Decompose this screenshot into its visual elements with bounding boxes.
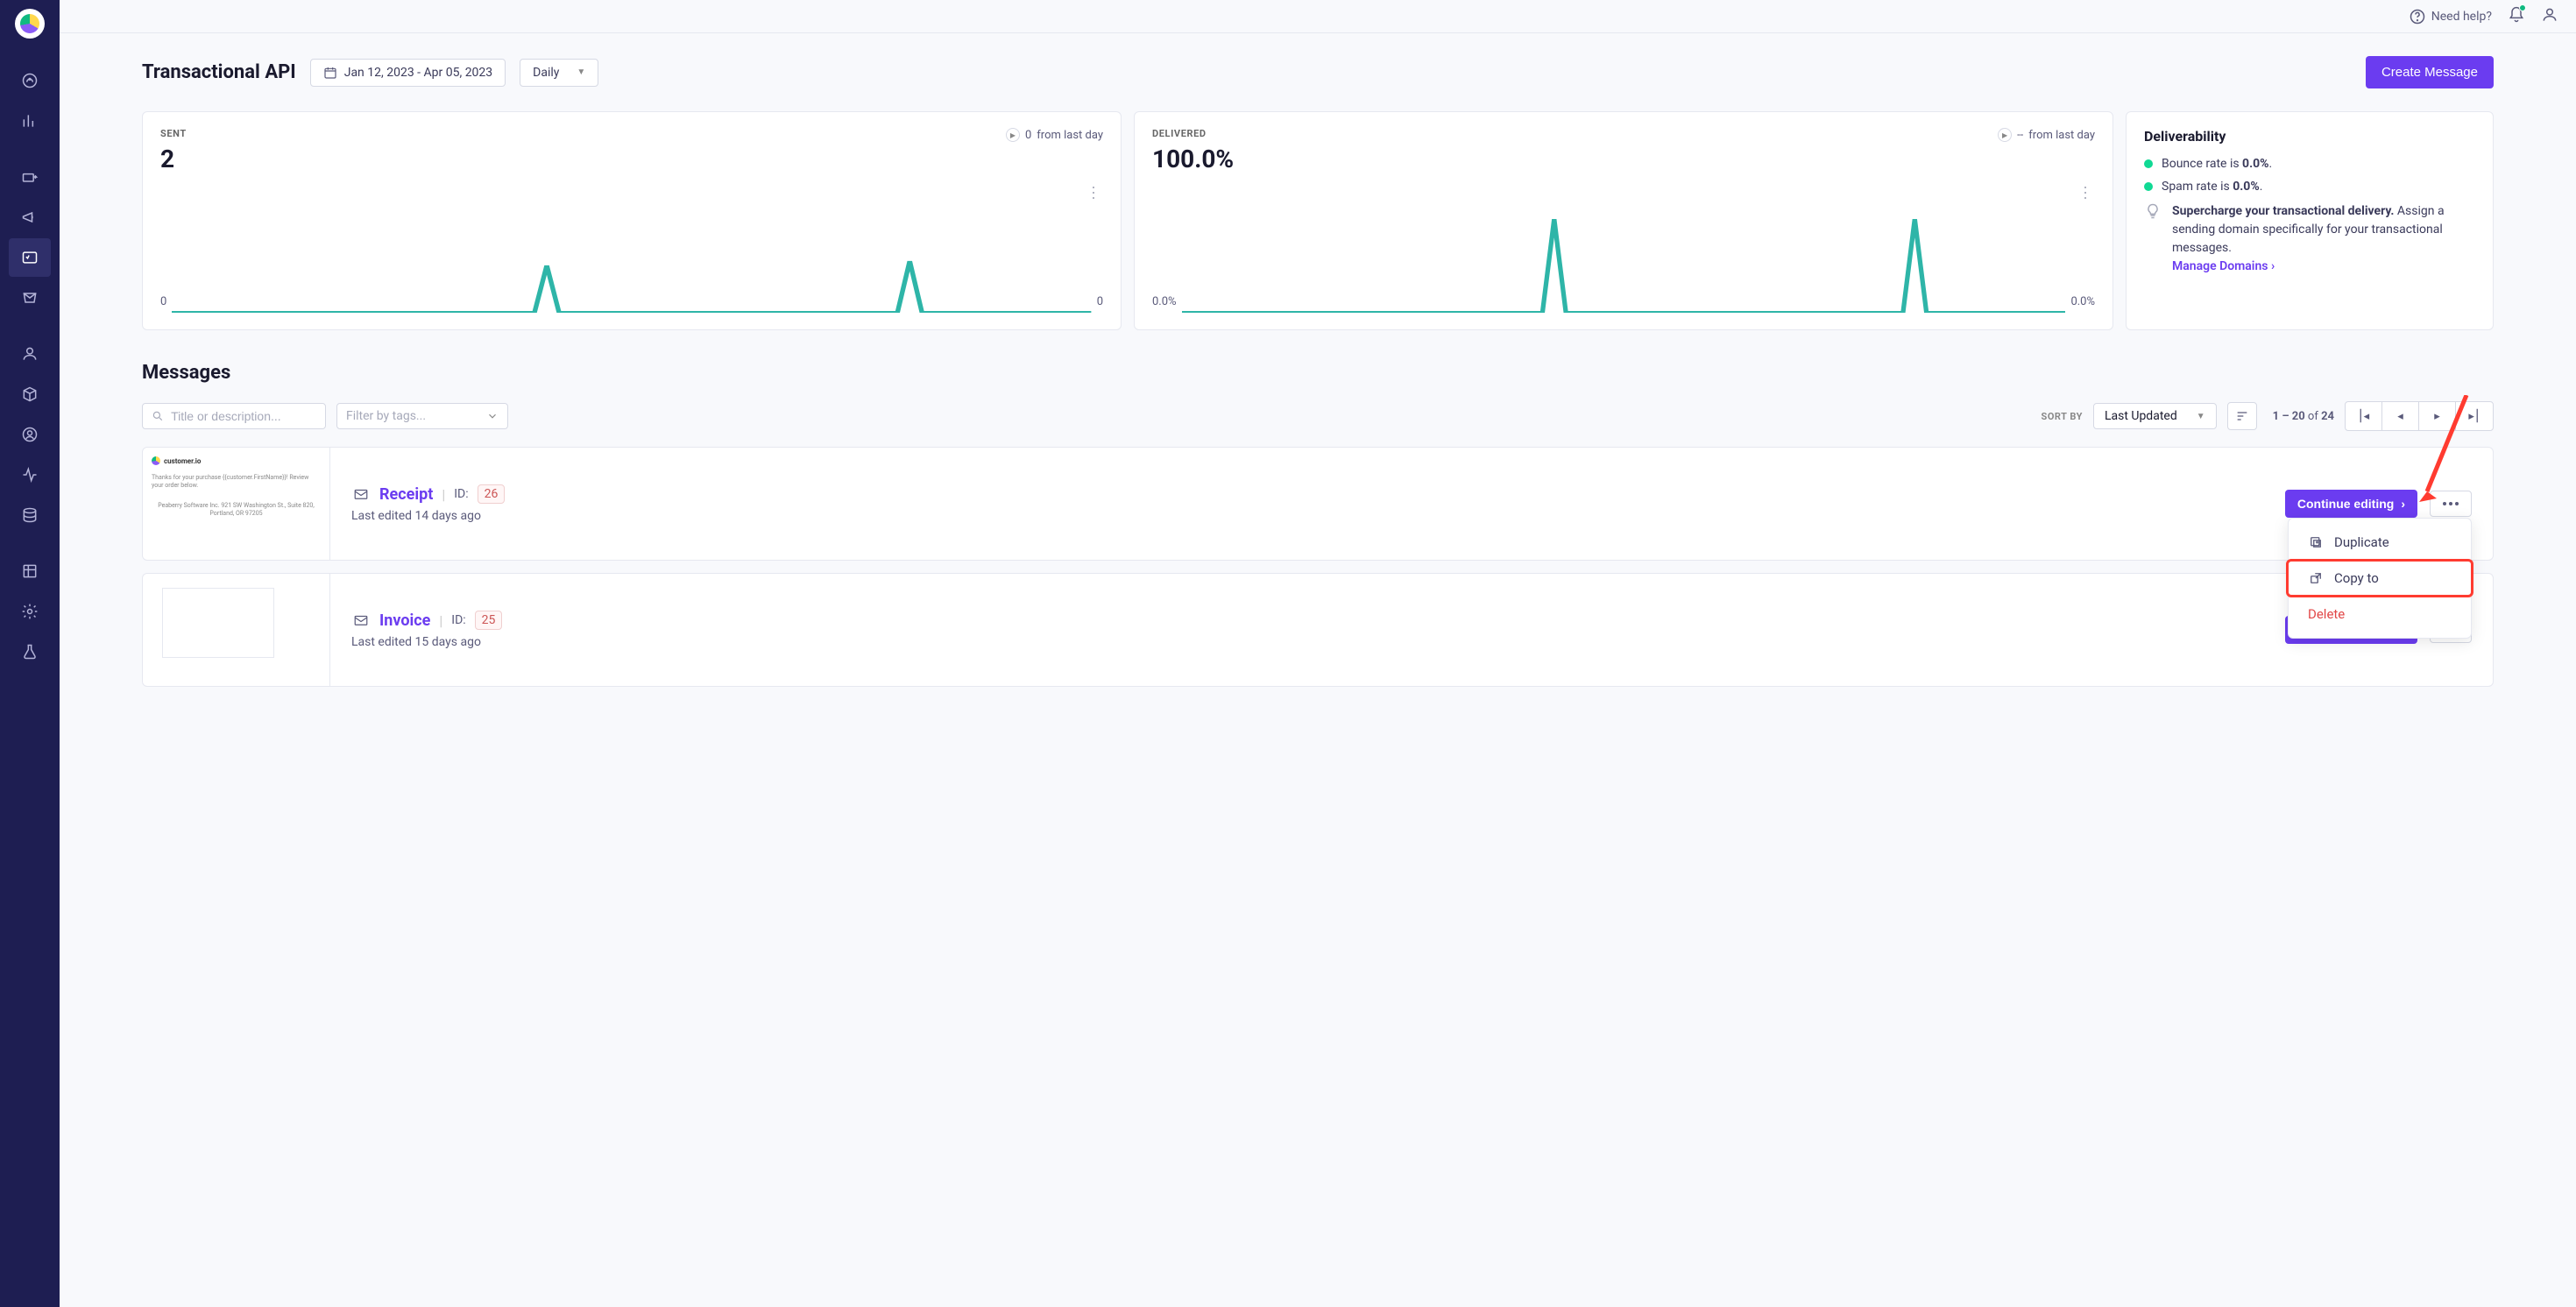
- chevron-down-icon: ▼: [577, 67, 585, 77]
- message-thumbnail: customer.io Thanks for your purchase {{c…: [143, 448, 330, 560]
- sent-card-menu[interactable]: ⋯: [1084, 185, 1102, 201]
- pager: ⎮◂ ◂ ▸ ▸⎮: [2345, 401, 2494, 431]
- topbar: Need help?: [60, 0, 2576, 33]
- delivered-chart-yright: 0.0%: [2070, 291, 2095, 314]
- continue-editing-button[interactable]: Continue editing›: [2285, 490, 2417, 518]
- deliverability-title: Deliverability: [2144, 128, 2475, 145]
- nav-assets[interactable]: [9, 552, 51, 590]
- help-label: Need help?: [2431, 10, 2492, 24]
- search-input[interactable]: [171, 409, 316, 423]
- nav-data[interactable]: [9, 496, 51, 534]
- help-link[interactable]: Need help?: [2409, 8, 2492, 25]
- message-thumbnail: [143, 574, 330, 686]
- delivered-value: 100.0%: [1152, 145, 1234, 173]
- notifications-button[interactable]: [2508, 6, 2525, 27]
- delivered-card-menu[interactable]: ⋯: [2076, 185, 2094, 201]
- envelope-icon: [351, 486, 371, 502]
- nav-settings[interactable]: [9, 592, 51, 631]
- nav-journeys[interactable]: [9, 158, 51, 196]
- dots-icon: [2442, 501, 2459, 506]
- page-title: Transactional API: [142, 61, 296, 83]
- create-message-button[interactable]: Create Message: [2366, 56, 2494, 88]
- message-actions-dropdown: Duplicate Copy to Delete: [2288, 518, 2472, 639]
- granularity-select[interactable]: Daily ▼: [520, 59, 598, 87]
- status-dot-icon: [2144, 159, 2153, 168]
- message-name-link[interactable]: Receipt: [379, 485, 433, 504]
- nav-deliveries[interactable]: [9, 279, 51, 317]
- search-input-wrap[interactable]: [142, 403, 326, 429]
- nav-transactional[interactable]: [9, 238, 51, 277]
- delivered-sparkline: [1182, 217, 2066, 314]
- notification-dot: [2519, 4, 2526, 11]
- delivered-change: ▶ -- from last day: [1998, 128, 2095, 142]
- bounce-rate-row: Bounce rate is 0.0%.: [2144, 157, 2475, 171]
- pager-first[interactable]: ⎮◂: [2346, 402, 2382, 430]
- nav-segments[interactable]: [9, 415, 51, 454]
- message-edited: Last edited 14 days ago: [351, 509, 505, 523]
- nav-experiments[interactable]: [9, 632, 51, 671]
- message-edited: Last edited 15 days ago: [351, 635, 502, 649]
- date-range-picker[interactable]: Jan 12, 2023 - Apr 05, 2023: [310, 59, 506, 87]
- sent-change: ▶ 0 from last day: [1006, 128, 1103, 142]
- deliverability-tip: Supercharge your transactional delivery.…: [2172, 202, 2475, 276]
- sent-chart-yright: 0: [1097, 291, 1103, 314]
- sent-sparkline: [172, 217, 1091, 314]
- date-range-value: Jan 12, 2023 - Apr 05, 2023: [344, 66, 492, 80]
- message-row: customer.io Thanks for your purchase {{c…: [142, 447, 2494, 561]
- nav-broadcast[interactable]: [9, 198, 51, 237]
- message-id-badge: 25: [475, 611, 503, 630]
- user-icon: [2541, 6, 2558, 24]
- nav-content[interactable]: [9, 375, 51, 413]
- sort-icon: [2235, 409, 2249, 423]
- brand-logo[interactable]: [15, 9, 45, 39]
- chevron-down-icon: [486, 410, 499, 422]
- delivered-chart-yleft: 0.0%: [1152, 291, 1177, 314]
- delivered-label: DELIVERED: [1152, 128, 1234, 139]
- sortby-label: SORT BY: [2042, 411, 2083, 422]
- tag-filter-placeholder: Filter by tags...: [346, 409, 426, 423]
- nav-people[interactable]: [9, 335, 51, 373]
- sort-select[interactable]: Last Updated ▼: [2093, 403, 2217, 429]
- dropdown-delete[interactable]: Delete: [2289, 597, 2471, 631]
- calendar-icon: [323, 66, 337, 80]
- envelope-icon: [351, 612, 371, 628]
- pager-next[interactable]: ▸: [2419, 402, 2456, 430]
- manage-domains-link[interactable]: Manage Domains ›: [2172, 259, 2275, 273]
- nav-dashboard[interactable]: [9, 61, 51, 100]
- deliverability-card: Deliverability Bounce rate is 0.0%. Spam…: [2126, 111, 2494, 330]
- messages-section-title: Messages: [142, 362, 2494, 384]
- spam-rate-row: Spam rate is 0.0%.: [2144, 180, 2475, 194]
- nav-activity[interactable]: [9, 456, 51, 494]
- message-name-link[interactable]: Invoice: [379, 611, 430, 630]
- triangle-icon: ▶: [1998, 128, 2012, 142]
- duplicate-icon: [2308, 534, 2324, 550]
- search-icon: [152, 409, 164, 423]
- dropdown-duplicate[interactable]: Duplicate: [2289, 526, 2471, 559]
- sent-label: SENT: [160, 128, 187, 139]
- granularity-value: Daily: [533, 66, 559, 80]
- sent-chart-yleft: 0: [160, 291, 166, 314]
- message-row: Invoice | ID: 25 Last edited 15 days ago…: [142, 573, 2494, 687]
- sort-direction-button[interactable]: [2227, 402, 2257, 430]
- account-button[interactable]: [2541, 6, 2558, 27]
- pager-last[interactable]: ▸⎮: [2456, 402, 2493, 430]
- external-link-icon: [2308, 570, 2324, 586]
- more-actions-button[interactable]: [2430, 491, 2472, 517]
- sent-card: SENT 2 ▶ 0 from last day ⋯ 0: [142, 111, 1122, 330]
- pager-info: 1 – 20 of 24: [2273, 410, 2334, 423]
- sent-value: 2: [160, 145, 187, 173]
- triangle-icon: ▶: [1006, 128, 1020, 142]
- message-id-badge: 26: [478, 484, 506, 504]
- pager-prev[interactable]: ◂: [2382, 402, 2419, 430]
- nav-analytics[interactable]: [9, 102, 51, 140]
- lightbulb-icon: [2144, 202, 2162, 220]
- delivered-card: DELIVERED 100.0% ▶ -- from last day ⋯ 0.…: [1134, 111, 2113, 330]
- tag-filter-select[interactable]: Filter by tags...: [336, 403, 508, 429]
- help-icon: [2409, 8, 2426, 25]
- sidebar: [0, 0, 60, 1307]
- status-dot-icon: [2144, 182, 2153, 191]
- dropdown-copy-to[interactable]: Copy to: [2286, 559, 2473, 597]
- sort-value: Last Updated: [2105, 409, 2177, 423]
- chevron-down-icon: ▼: [2197, 412, 2205, 421]
